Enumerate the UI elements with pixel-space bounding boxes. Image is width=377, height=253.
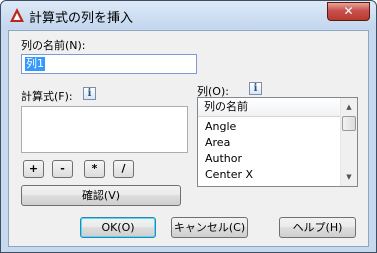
column-list-header[interactable]: 列の名前 (198, 98, 341, 117)
dialog-title: 計算式の列を挿入 (29, 11, 134, 26)
column-name-input[interactable]: 列1 (21, 54, 197, 74)
scroll-down-arrow-icon[interactable]: ▼ (341, 170, 357, 184)
multiply-operator-button[interactable]: * (84, 160, 105, 178)
ok-button[interactable]: OK(O) (80, 217, 156, 238)
minus-operator-button[interactable]: - (52, 160, 73, 178)
column-name-label: 列の名前(N): (21, 39, 86, 52)
list-item[interactable]: Author (198, 151, 341, 167)
divide-operator-button[interactable]: / (113, 160, 134, 178)
list-item[interactable]: Center X (198, 167, 341, 183)
column-name-value: 列1 (25, 57, 45, 71)
scrollbar-thumb[interactable] (342, 116, 356, 131)
dialog-body: 列の名前(N): 列1 計算式(F): i + - * / 確認(V) 列(O)… (8, 30, 369, 247)
vertical-scrollbar[interactable]: ▲ ▼ (340, 98, 357, 186)
autocad-logo-icon (10, 8, 24, 22)
close-button[interactable]: ✕ (327, 2, 370, 21)
columns-info-icon[interactable]: i (249, 82, 262, 95)
formula-info-icon[interactable]: i (83, 87, 96, 100)
verify-button[interactable]: 確認(V) (21, 185, 181, 206)
cancel-button[interactable]: キャンセル(C) (171, 217, 248, 238)
title-bar: 計算式の列を挿入 ✕ (1, 1, 376, 29)
formula-textarea[interactable] (21, 106, 188, 153)
close-icon: ✕ (343, 4, 354, 18)
insert-formula-column-dialog: 計算式の列を挿入 ✕ 列の名前(N): 列1 計算式(F): i + - * /… (0, 0, 377, 253)
list-item[interactable]: Area (198, 135, 341, 151)
formula-label: 計算式(F): (21, 90, 73, 103)
plus-operator-button[interactable]: + (23, 160, 44, 178)
list-item[interactable]: Angle (198, 119, 341, 135)
help-button[interactable]: ヘルプ(H) (279, 217, 356, 238)
column-listbox[interactable]: 列の名前 Angle Area Author Center X ▲ ▼ (197, 97, 358, 187)
scroll-up-arrow-icon[interactable]: ▲ (341, 100, 357, 114)
